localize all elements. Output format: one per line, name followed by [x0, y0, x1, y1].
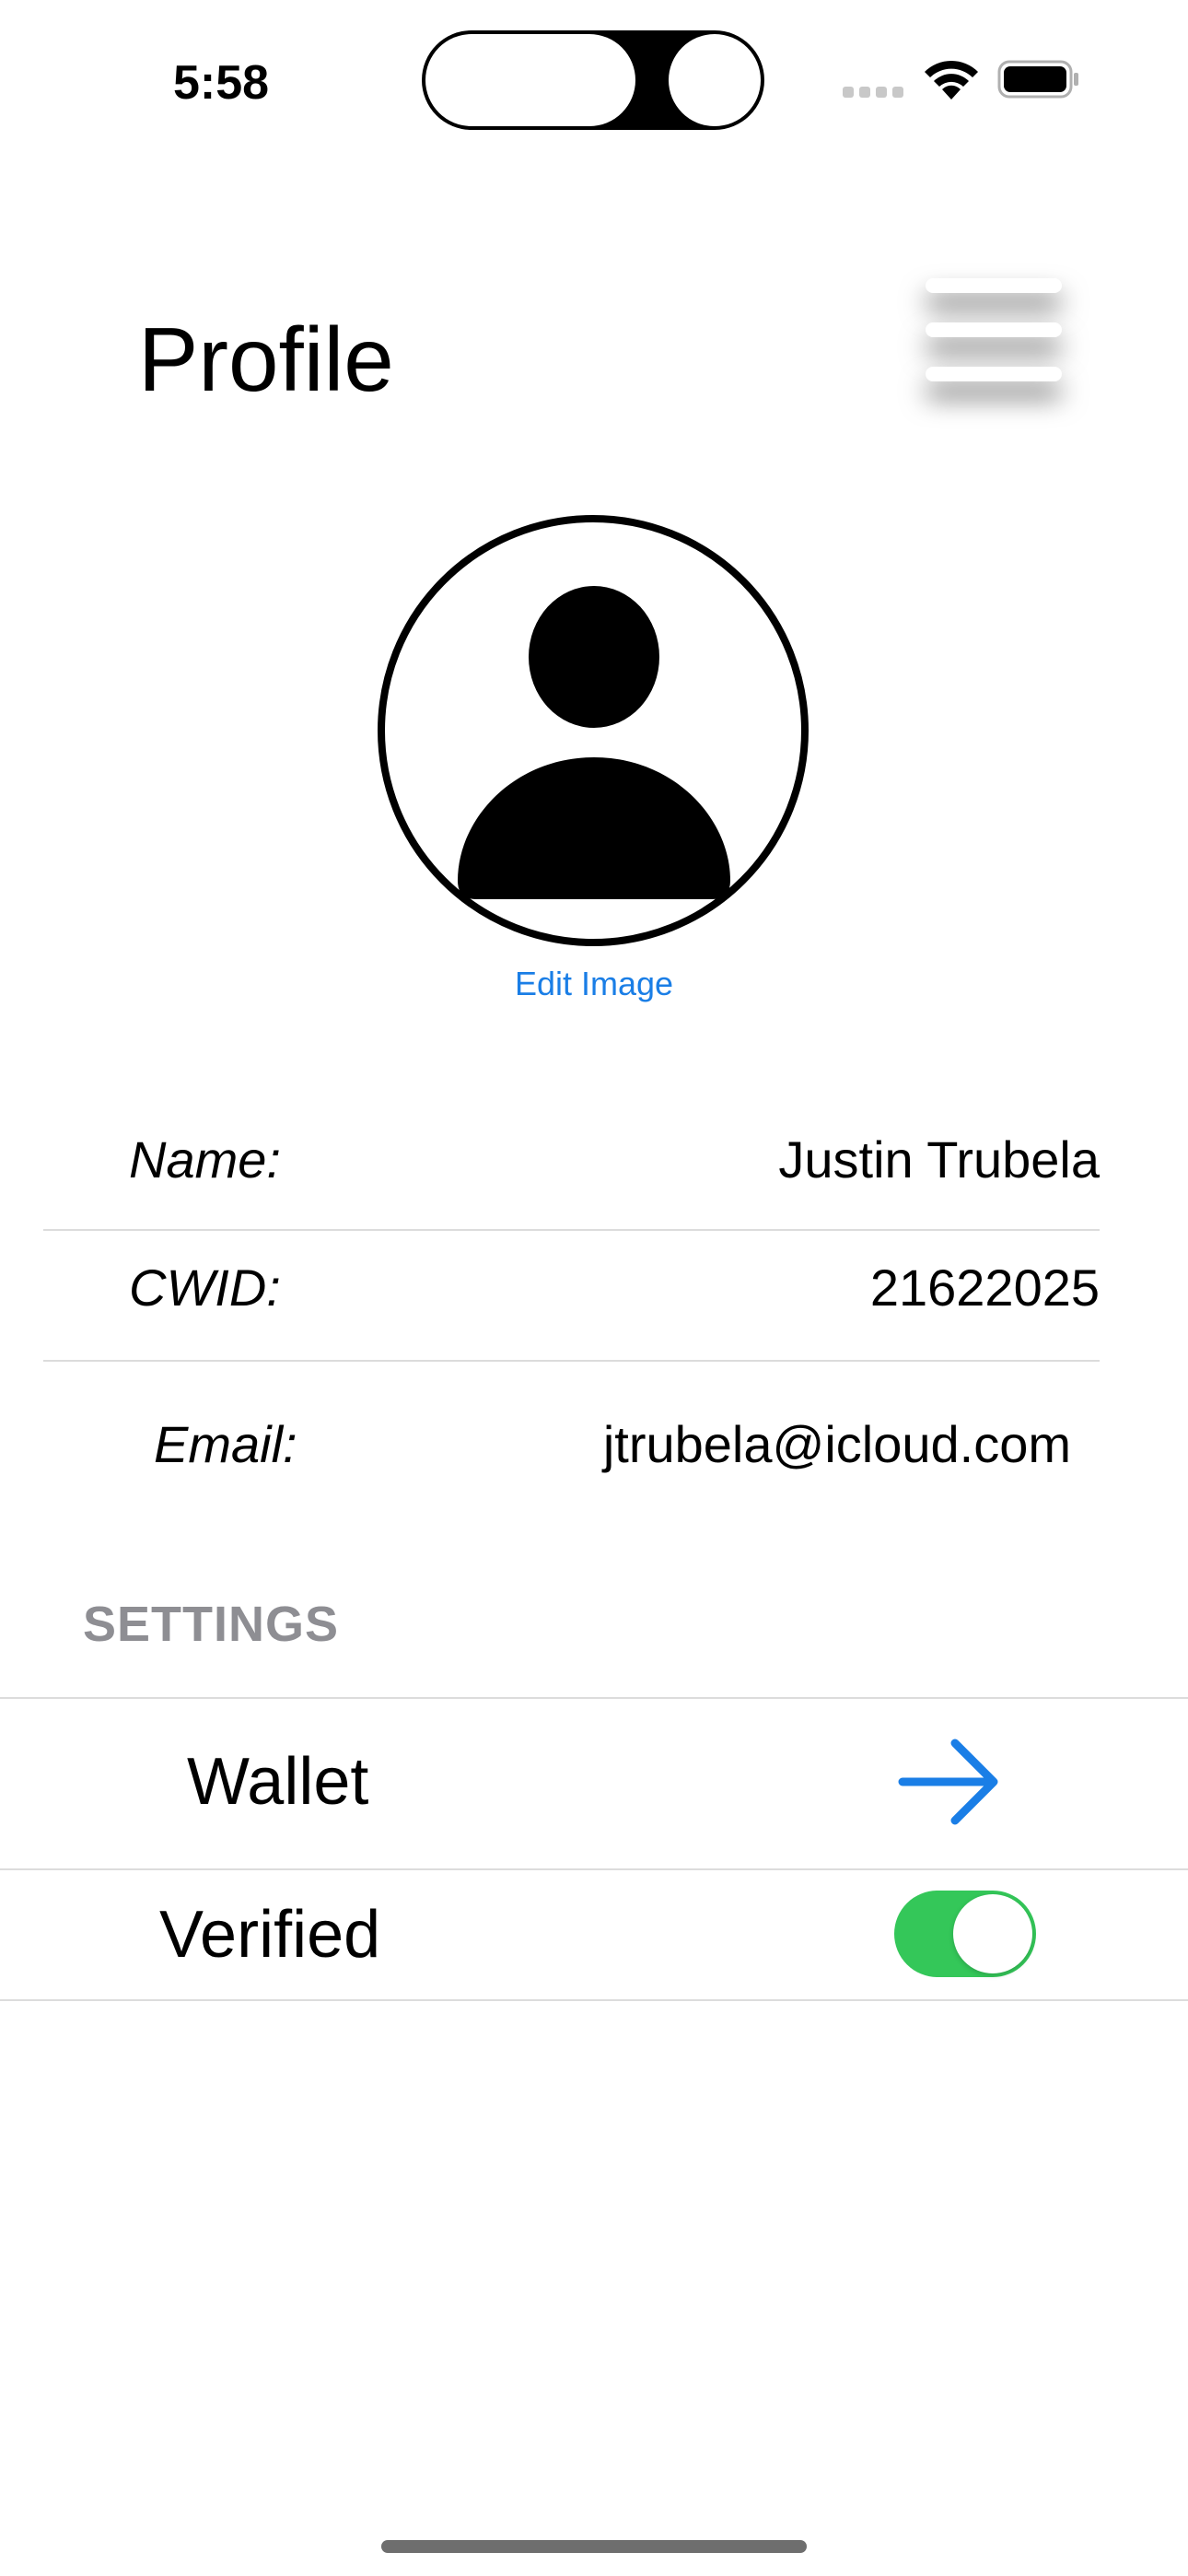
- row-divider: [0, 1999, 1188, 2001]
- wallet-label: Wallet: [187, 1745, 369, 1819]
- verified-label: Verified: [159, 1898, 381, 1972]
- arrow-right-icon[interactable]: [898, 1736, 1004, 1828]
- verified-toggle[interactable]: [894, 1891, 1036, 1977]
- hamburger-menu-icon[interactable]: [903, 249, 1087, 424]
- email-label: Email:: [154, 1415, 297, 1473]
- status-time: 5:58: [172, 56, 270, 110]
- name-value: Justin Trubela: [778, 1130, 1100, 1188]
- row-divider: [0, 1868, 1188, 1870]
- wifi-icon: [925, 60, 978, 100]
- toggle-knob: [953, 1894, 1032, 1973]
- dynamic-island-pill: [425, 34, 635, 126]
- row-divider: [43, 1229, 1100, 1231]
- cwid-label: CWID:: [129, 1259, 281, 1317]
- person-circle-icon[interactable]: [377, 514, 809, 947]
- battery-icon: [997, 60, 1078, 99]
- page-title: Profile: [138, 309, 394, 410]
- row-divider: [43, 1360, 1100, 1362]
- home-indicator[interactable]: [381, 2540, 807, 2553]
- cwid-value: 21622025: [869, 1259, 1100, 1317]
- cellular-signal-icon: [843, 87, 907, 98]
- dynamic-island-dot: [669, 34, 761, 126]
- settings-section-header: SETTINGS: [83, 1597, 340, 1652]
- name-label: Name:: [129, 1130, 281, 1188]
- email-value: jtrubela@icloud.com: [602, 1415, 1071, 1473]
- wallet-row[interactable]: Wallet: [0, 1699, 1188, 1867]
- edit-image-button[interactable]: Edit Image: [410, 958, 778, 1010]
